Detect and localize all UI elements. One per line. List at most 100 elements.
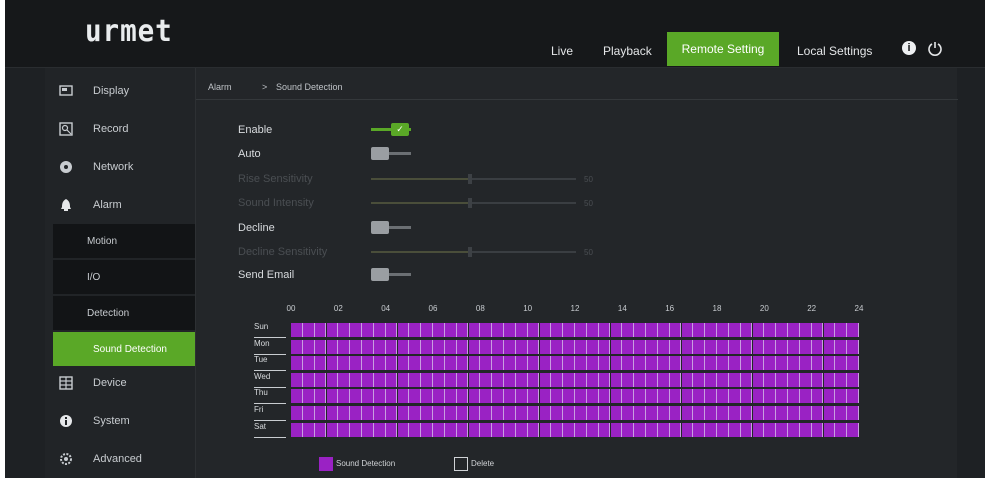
schedule-cell[interactable] xyxy=(350,389,362,404)
schedule-cell[interactable] xyxy=(740,422,753,437)
schedule-cell[interactable] xyxy=(539,389,552,404)
schedule-cell[interactable] xyxy=(681,372,694,387)
schedule-cell[interactable] xyxy=(799,406,812,420)
tab-playback[interactable]: Playback xyxy=(595,36,660,66)
schedule-cell[interactable] xyxy=(456,389,469,404)
schedule-cell[interactable] xyxy=(811,323,824,337)
schedule-cell[interactable] xyxy=(657,422,670,437)
schedule-cell[interactable] xyxy=(302,356,315,371)
schedule-cell[interactable] xyxy=(788,339,800,354)
schedule-cell[interactable] xyxy=(527,422,540,437)
schedule-cell[interactable] xyxy=(835,323,848,337)
schedule-cell[interactable] xyxy=(728,389,741,404)
schedule-cell[interactable] xyxy=(752,422,765,437)
schedule-cell[interactable] xyxy=(646,356,658,371)
schedule-cell[interactable] xyxy=(657,372,670,387)
schedule-cell[interactable] xyxy=(421,356,433,371)
schedule-cell[interactable] xyxy=(504,356,516,371)
schedule-cell[interactable] xyxy=(823,356,836,371)
schedule-cell[interactable] xyxy=(740,356,753,371)
schedule-cell[interactable] xyxy=(622,372,635,387)
schedule-cell[interactable] xyxy=(362,406,374,420)
schedule-cell[interactable] xyxy=(515,339,528,354)
schedule-cell[interactable] xyxy=(504,323,516,337)
schedule-cell[interactable] xyxy=(598,372,611,387)
schedule-cell[interactable] xyxy=(705,389,717,404)
schedule-cell[interactable] xyxy=(705,356,717,371)
schedule-cell[interactable] xyxy=(669,323,682,337)
schedule-cell[interactable] xyxy=(373,406,386,420)
schedule-cell[interactable] xyxy=(385,372,398,387)
schedule-cell[interactable] xyxy=(539,339,552,354)
schedule-cell[interactable] xyxy=(527,372,540,387)
schedule-cell[interactable] xyxy=(752,339,765,354)
schedule-cell[interactable] xyxy=(291,356,303,371)
schedule-cell[interactable] xyxy=(823,339,836,354)
send-email-toggle[interactable] xyxy=(371,268,411,281)
schedule-cell[interactable] xyxy=(397,422,410,437)
schedule-cell[interactable] xyxy=(610,389,623,404)
schedule-cell[interactable] xyxy=(563,406,575,420)
schedule-cell[interactable] xyxy=(681,339,694,354)
schedule-cell[interactable] xyxy=(669,389,682,404)
schedule-cell[interactable] xyxy=(575,406,587,420)
schedule-cell[interactable] xyxy=(598,323,611,337)
schedule-cell[interactable] xyxy=(421,422,433,437)
schedule-cell[interactable] xyxy=(622,406,635,420)
schedule-cell[interactable] xyxy=(776,356,788,371)
schedule-cell[interactable] xyxy=(527,389,540,404)
schedule-cell[interactable] xyxy=(551,339,564,354)
schedule-cell[interactable] xyxy=(634,356,646,371)
schedule-cell[interactable] xyxy=(646,372,658,387)
schedule-cell[interactable] xyxy=(835,356,848,371)
schedule-cell[interactable] xyxy=(456,406,469,420)
schedule-cell[interactable] xyxy=(610,356,623,371)
schedule-cell[interactable] xyxy=(492,422,504,437)
schedule-cell[interactable] xyxy=(421,323,433,337)
schedule-cell[interactable] xyxy=(515,372,528,387)
schedule-cell[interactable] xyxy=(610,372,623,387)
schedule-cell[interactable] xyxy=(728,372,741,387)
schedule-cell[interactable] xyxy=(444,422,457,437)
schedule-cell[interactable] xyxy=(421,372,433,387)
schedule-cell[interactable] xyxy=(480,406,493,420)
schedule-cell[interactable] xyxy=(350,339,362,354)
schedule-cell[interactable] xyxy=(563,422,575,437)
schedule-cell[interactable] xyxy=(456,323,469,337)
schedule-cell[interactable] xyxy=(527,406,540,420)
schedule-cell[interactable] xyxy=(373,389,386,404)
schedule-cell[interactable] xyxy=(338,372,351,387)
schedule-cell[interactable] xyxy=(847,356,859,371)
schedule-cell[interactable] xyxy=(799,372,812,387)
schedule-cell[interactable] xyxy=(326,323,339,337)
schedule-cell[interactable] xyxy=(563,372,575,387)
schedule-cell[interactable] xyxy=(693,323,706,337)
schedule-cell[interactable] xyxy=(811,422,824,437)
schedule-cell[interactable] xyxy=(350,422,362,437)
schedule-cell[interactable] xyxy=(362,389,374,404)
schedule-cell[interactable] xyxy=(302,372,315,387)
schedule-cell[interactable] xyxy=(302,389,315,404)
schedule-cell[interactable] xyxy=(468,339,481,354)
schedule-cell[interactable] xyxy=(705,422,717,437)
schedule-cell[interactable] xyxy=(776,406,788,420)
schedule-cell[interactable] xyxy=(563,339,575,354)
schedule-cell[interactable] xyxy=(740,323,753,337)
schedule-cell[interactable] xyxy=(563,323,575,337)
schedule-cell[interactable] xyxy=(527,323,540,337)
schedule-cell[interactable] xyxy=(681,356,694,371)
schedule-cell[interactable] xyxy=(764,323,777,337)
schedule-cell[interactable] xyxy=(705,372,717,387)
schedule-cell[interactable] xyxy=(492,339,504,354)
schedule-cell[interactable] xyxy=(669,356,682,371)
schedule-cell[interactable] xyxy=(504,406,516,420)
schedule-cell[interactable] xyxy=(835,422,848,437)
schedule-cell[interactable] xyxy=(586,356,599,371)
schedule-cell[interactable] xyxy=(480,372,493,387)
schedule-cell[interactable] xyxy=(314,389,327,404)
schedule-cell[interactable] xyxy=(646,406,658,420)
schedule-cell[interactable] xyxy=(598,406,611,420)
schedule-cell[interactable] xyxy=(717,389,729,404)
schedule-cell[interactable] xyxy=(610,406,623,420)
schedule-cell[interactable] xyxy=(634,406,646,420)
